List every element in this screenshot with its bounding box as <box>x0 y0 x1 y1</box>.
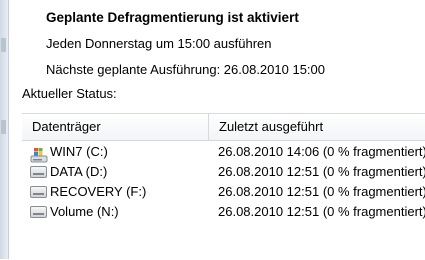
drive-list[interactable]: Datenträger Zuletzt ausgeführt WIN7 (C:)… <box>22 113 425 260</box>
column-header-drive[interactable]: Datenträger <box>22 114 208 140</box>
window-left-edge <box>0 0 9 259</box>
drive-last-run: 26.08.2010 12:51 (0 % fragmentiert) <box>218 184 425 199</box>
drive-row[interactable]: DATA (D:) 26.08.2010 12:51 (0 % fragment… <box>22 162 425 182</box>
drive-row[interactable]: Volume (N:) 26.08.2010 12:51 (0 % fragme… <box>22 202 425 222</box>
schedule-frequency: Jeden Donnerstag um 15:00 ausführen <box>46 36 272 51</box>
drive-row[interactable]: WIN7 (C:) 26.08.2010 14:06 (0 % fragment… <box>22 142 425 163</box>
schedule-title: Geplante Defragmentierung ist aktiviert <box>46 10 299 25</box>
drive-last-run: 26.08.2010 14:06 (0 % fragmentiert) <box>218 144 425 159</box>
drive-name: WIN7 (C:) <box>50 144 108 159</box>
windows-drive-icon <box>30 146 48 163</box>
column-header-last-run[interactable]: Zuletzt ausgeführt <box>208 114 425 140</box>
list-header: Datenträger Zuletzt ausgeführt <box>22 114 425 141</box>
drive-name: Volume (N:) <box>50 204 119 219</box>
hard-drive-icon <box>30 206 47 218</box>
schedule-next-run: Nächste geplante Ausführung: 26.08.2010 … <box>46 62 325 77</box>
hard-drive-icon <box>30 166 47 178</box>
edge-handle <box>1 120 6 134</box>
drive-name: RECOVERY (F:) <box>50 184 147 199</box>
status-label: Aktueller Status: <box>22 86 117 101</box>
drive-last-run: 26.08.2010 12:51 (0 % fragmentiert) <box>218 204 425 219</box>
drive-row[interactable]: RECOVERY (F:) 26.08.2010 12:51 (0 % frag… <box>22 182 425 202</box>
hard-drive-icon <box>30 186 47 198</box>
drive-name: DATA (D:) <box>50 164 108 179</box>
drive-last-run: 26.08.2010 12:51 (0 % fragmentiert) <box>218 164 425 179</box>
edge-handle <box>1 38 6 52</box>
